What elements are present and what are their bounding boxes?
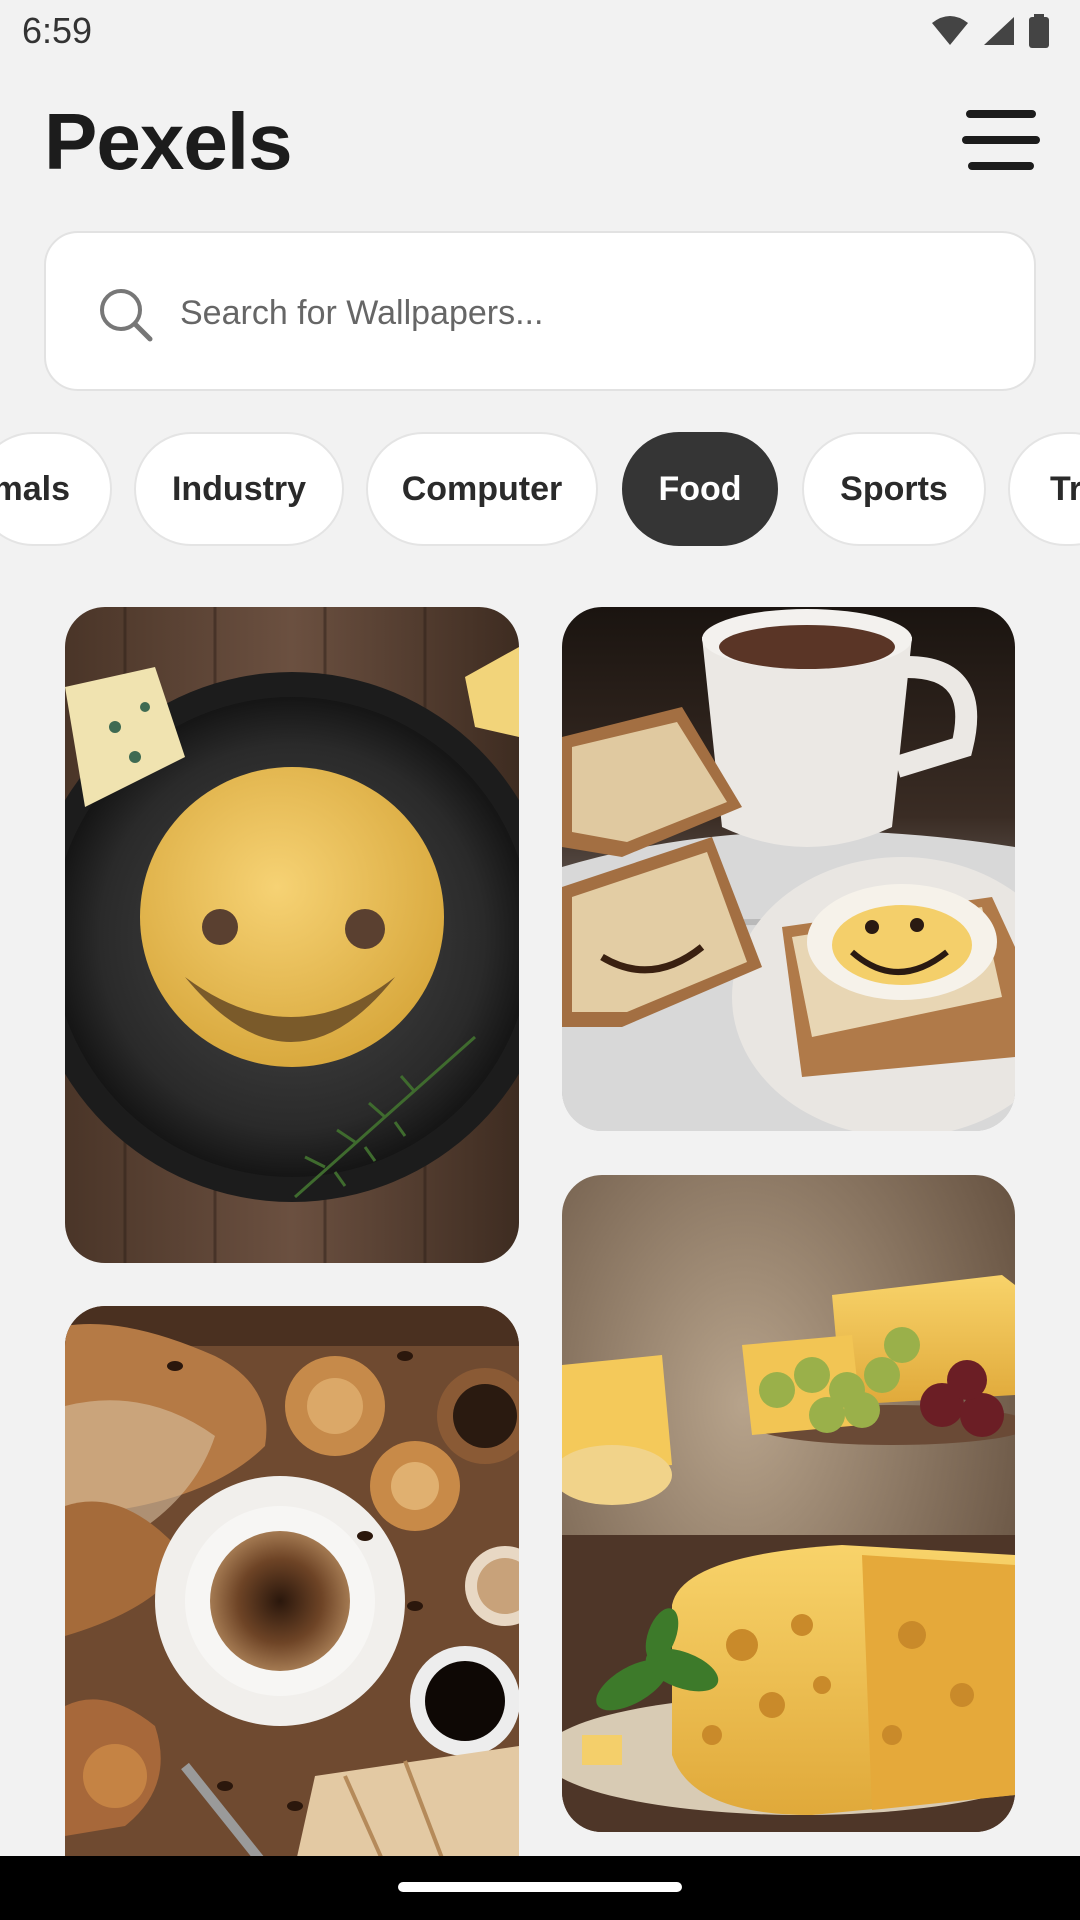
chip-industry[interactable]: Industry: [134, 432, 344, 546]
status-time: 6:59: [22, 10, 93, 51]
chip-computer[interactable]: Computer: [366, 432, 598, 546]
chip-sports[interactable]: Sports: [802, 432, 986, 546]
battery-icon: [1029, 14, 1049, 48]
search-box[interactable]: [44, 231, 1036, 391]
chip-label: Food: [658, 469, 742, 508]
search-input[interactable]: [180, 273, 1000, 353]
photo-coffee-toast[interactable]: [562, 607, 1015, 1131]
chip-label: Computer: [401, 469, 563, 508]
status-bar: 6:59: [0, 0, 1080, 64]
photo-cheese-grapes[interactable]: [562, 1175, 1015, 1832]
category-chips: mals Industry Computer Food Sports Tr: [0, 432, 1080, 546]
chip-food[interactable]: Food: [622, 432, 778, 546]
chip-animals[interactable]: mals: [0, 432, 112, 546]
search-icon: [100, 289, 153, 342]
chip-label: mals: [0, 469, 70, 508]
hamburger-menu-icon[interactable]: [962, 110, 1040, 170]
chip-label: Industry: [171, 469, 307, 508]
wifi-icon: [932, 16, 968, 45]
signal-icon: [984, 17, 1014, 45]
app-title: Pexels: [44, 97, 293, 186]
chip-label: Tr: [1050, 469, 1080, 508]
chip-label: Sports: [840, 469, 948, 508]
chip-travel[interactable]: Tr: [1008, 432, 1080, 546]
photo-smiley-cheese[interactable]: [65, 607, 519, 1263]
photo-bread-coffee[interactable]: [65, 1306, 519, 1866]
navigation-bar: [0, 1856, 1080, 1920]
status-icons: [930, 14, 1050, 48]
home-indicator[interactable]: [398, 1882, 682, 1892]
